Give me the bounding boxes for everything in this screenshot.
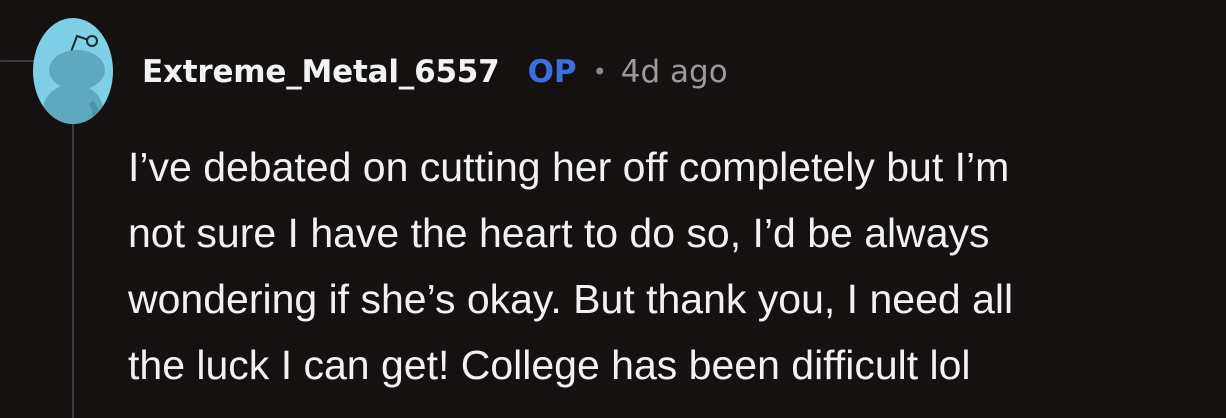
comment-card: Extreme_Metal_6557 OP • 4d ago I’ve deba…	[0, 0, 1226, 418]
comment-header: Extreme_Metal_6557 OP • 4d ago	[142, 50, 728, 94]
author-username[interactable]: Extreme_Metal_6557	[142, 54, 500, 90]
comment-body-line: I’ve debated on cutting her off complete…	[128, 144, 1010, 190]
snoo-avatar-icon	[33, 18, 113, 124]
comment-body: I’ve debated on cutting her off complete…	[128, 134, 1208, 398]
comment-body-line: wondering if she’s okay. But thank you, …	[128, 276, 1014, 322]
comment-body-line: not sure I have the heart to do so, I’d …	[128, 210, 990, 256]
comment-body-line: the luck I can get! College has been dif…	[128, 342, 971, 388]
meta-separator: •	[592, 58, 607, 86]
avatar[interactable]	[33, 18, 113, 124]
op-badge: OP	[527, 54, 577, 90]
comment-timestamp[interactable]: 4d ago	[621, 54, 728, 90]
thread-line[interactable]	[72, 116, 74, 418]
